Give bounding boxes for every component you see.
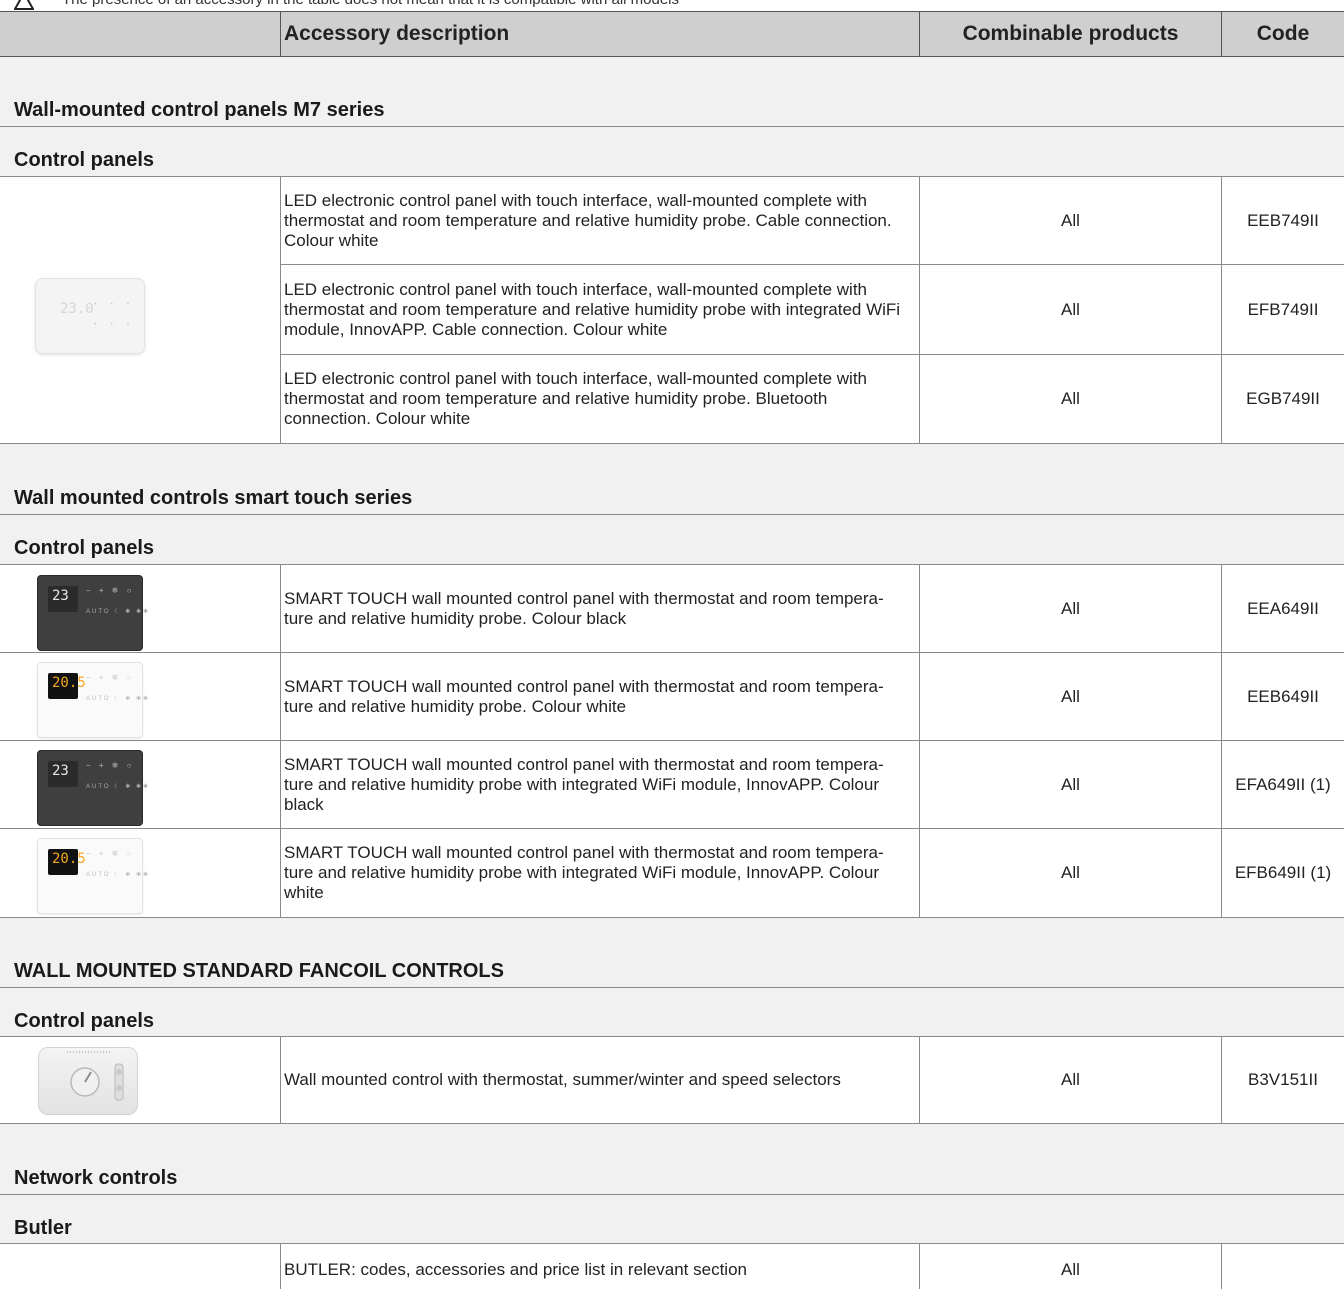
- table-row-code: [1222, 1250, 1344, 1289]
- touch-dots-icon: • • •: [94, 301, 136, 308]
- smart-touch-black-wifi-image: 23 − + ❄ ○ AUTO ☾ ✱ ✱✱: [37, 750, 148, 826]
- smart-touch-white-wifi-image: 20.5 − + ❄ ○ AUTO ☾ ✱ ✱✱: [37, 838, 148, 914]
- table-row-description: SMART TOUCH wall mounted control panel w…: [284, 676, 884, 716]
- table-row-code: EEA649II: [1247, 598, 1319, 618]
- white-display: 20.5: [52, 675, 86, 691]
- table-row-description: SMART TOUCH wall mounted control panel w…: [284, 588, 884, 628]
- section-subtitle: Butler: [14, 1217, 72, 1239]
- table-row-combinable: All: [1061, 1259, 1080, 1279]
- header-combinable: Combinable products: [962, 22, 1179, 45]
- table-row-combinable: All: [1061, 1070, 1080, 1089]
- black-display: 23: [52, 588, 69, 604]
- smart-touch-black-image: 23 − + ❄ ○ AUTO ☾ ✱ ✱✱: [37, 575, 148, 651]
- table-row-description: BUTLER: codes, accessories and price lis…: [284, 1259, 747, 1279]
- section-subtitle: Control panels: [14, 149, 155, 171]
- section-title: Wall mounted controls smart touch series: [14, 487, 413, 509]
- standard-fancoil-control-image: [38, 1047, 138, 1115]
- warning-icon: [14, 0, 34, 10]
- touch-dots-icon: • • •: [94, 321, 136, 328]
- section-title: WALL MOUNTED STANDARD FANCOIL CONTROLS: [14, 960, 504, 982]
- table-row-description: LED electronic control panel with touch …: [284, 369, 868, 428]
- control-keys-icon: − + ❄ ○: [86, 673, 135, 682]
- table-row-combinable: All: [1061, 299, 1080, 319]
- table-row-combinable: All: [1061, 863, 1080, 882]
- section-subtitle: Control panels: [14, 1010, 155, 1032]
- table-row-combinable: All: [1061, 686, 1080, 706]
- table-row-description: SMART TOUCH wall mounted control panel w…: [284, 754, 884, 814]
- control-keys-icon: − + ❄ ○: [86, 586, 135, 595]
- smart-touch-white-image: 20.5 − + ❄ ○ AUTO ☾ ✱ ✱✱: [37, 662, 148, 738]
- table-row-description: SMART TOUCH wall mounted control panel w…: [284, 843, 884, 902]
- mode-keys-icon: AUTO ☾ ✱ ✱✱: [86, 872, 151, 878]
- table-row-combinable: All: [1061, 210, 1080, 230]
- section-title: Wall-mounted control panels M7 series: [14, 99, 385, 121]
- table-row-code: EEB649II: [1247, 686, 1319, 706]
- table-row-code: EGB749II: [1246, 389, 1320, 408]
- mode-keys-icon: AUTO ☾ ✱ ✱✱: [86, 784, 151, 790]
- top-note: The presence of an accessory in the tabl…: [0, 0, 1344, 11]
- table-row-description: LED electronic control panel with touch …: [284, 279, 901, 339]
- table-row-description: Wall mounted control with thermostat, su…: [284, 1070, 841, 1089]
- m7-control-panel-image: 23.0 • • • • • •: [35, 278, 145, 354]
- table-row-code: EFB749II: [1247, 299, 1319, 319]
- table-row-combinable: All: [1061, 774, 1080, 794]
- m7-display: 23.0: [60, 301, 94, 317]
- section-band: [0, 1124, 1344, 1244]
- control-keys-icon: − + ❄ ○: [86, 849, 135, 858]
- table-row-code: EFB649II (1): [1234, 863, 1332, 882]
- table-row-code: EFA649II (1): [1235, 774, 1331, 794]
- mode-keys-icon: AUTO ☾ ✱ ✱✱: [86, 609, 151, 615]
- table-row-combinable: All: [1061, 389, 1080, 408]
- white-display: 20.5: [52, 851, 86, 867]
- table-row-code: EEB749II: [1247, 210, 1319, 230]
- header-code: Code: [1256, 22, 1310, 45]
- table-row-description: LED electronic control panel with touch …: [284, 190, 892, 250]
- section-subtitle: Control panels: [14, 537, 155, 559]
- header-description: Accessory description: [284, 22, 510, 45]
- control-keys-icon: − + ❄ ○: [86, 761, 135, 770]
- mode-keys-icon: AUTO ☾ ✱ ✱✱: [86, 696, 151, 702]
- table-row-code: B3V151II: [1248, 1070, 1318, 1089]
- table-row-combinable: All: [1061, 598, 1080, 618]
- section-title: Network controls: [14, 1167, 178, 1189]
- black-display: 23: [52, 763, 69, 779]
- control-dial-icon: [67, 1051, 124, 1101]
- note-text: The presence of an accessory in the tabl…: [62, 0, 679, 8]
